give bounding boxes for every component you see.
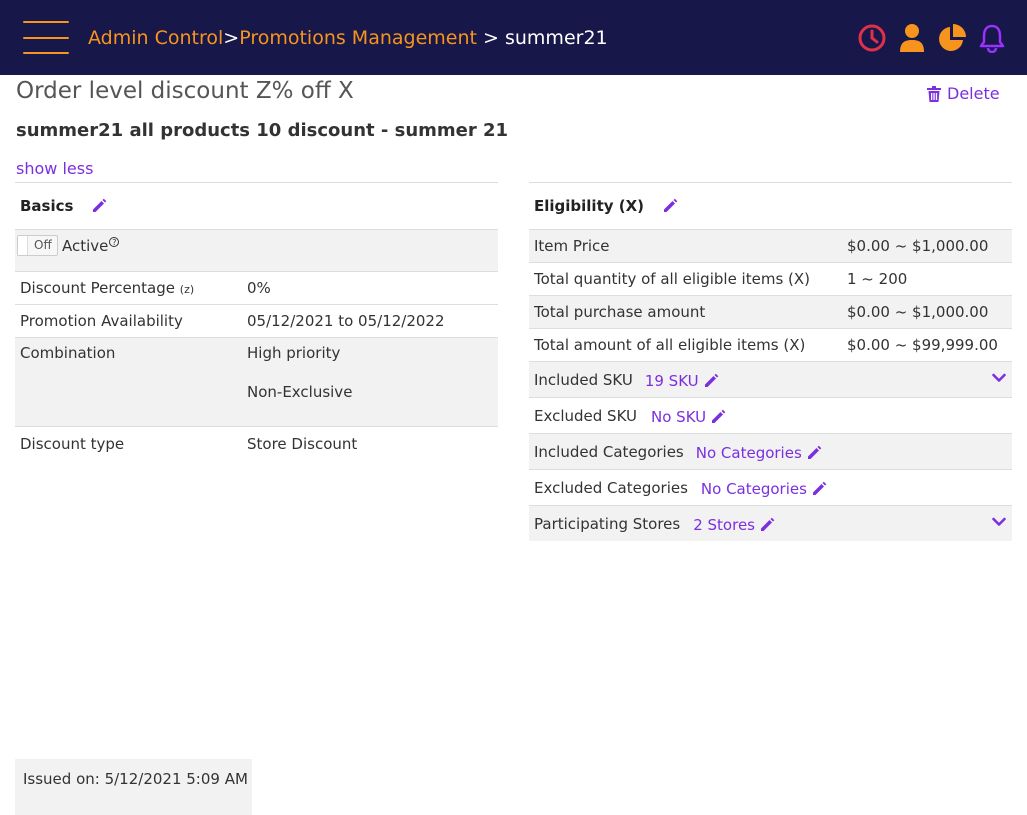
excluded-sku-label: Excluded SKU — [534, 406, 637, 425]
total-quantity-label: Total quantity of all eligible items (X) — [534, 270, 811, 288]
issued-on-text: Issued on: 5/12/2021 5:09 AM — [15, 759, 252, 815]
excluded-sku-link[interactable]: No SKU — [651, 408, 726, 426]
included-categories-row: Included Categories No Categories — [529, 433, 1012, 469]
discount-percentage-label: Discount Percentage (z) — [20, 279, 195, 297]
page-title: Order level discount Z% off X — [16, 78, 354, 104]
discount-type-value: Store Discount — [247, 434, 358, 453]
pie-chart-icon[interactable] — [937, 22, 967, 54]
item-price-row: Item Price $0.00 ~ $1,000.00 — [529, 229, 1012, 262]
included-sku-label: Included SKU — [534, 370, 633, 389]
toggle-state-label: Off — [34, 238, 52, 252]
breadcrumb-separator: > — [476, 27, 505, 49]
discount-percentage-value: 0% — [247, 279, 271, 297]
pencil-icon — [710, 409, 726, 425]
active-label: Active? — [62, 236, 120, 255]
pencil-icon — [811, 481, 827, 497]
eligibility-panel: Eligibility (X) Item Price $0.00 ~ $1,00… — [529, 182, 1012, 541]
promotion-availability-row: Promotion Availability 05/12/2021 to 05/… — [15, 304, 498, 337]
item-price-value: $0.00 ~ $1,000.00 — [847, 237, 989, 255]
pencil-icon — [759, 517, 775, 533]
included-sku-chevron-down-icon[interactable] — [992, 373, 1006, 383]
breadcrumb-current: summer21 — [504, 27, 608, 49]
total-purchase-value: $0.00 ~ $1,000.00 — [847, 303, 989, 321]
help-icon[interactable]: ? — [109, 236, 120, 247]
discount-type-label: Discount type — [20, 434, 125, 453]
total-amount-value: $0.00 ~ $99,999.00 — [847, 336, 998, 354]
included-sku-link[interactable]: 19 SKU — [645, 372, 719, 390]
discount-type-row: Discount type Store Discount — [15, 426, 498, 460]
pencil-icon — [806, 445, 822, 461]
total-purchase-row: Total purchase amount $0.00 ~ $1,000.00 — [529, 295, 1012, 328]
basics-title: Basics — [20, 197, 74, 215]
promotion-availability-value: 05/12/2021 to 05/12/2022 — [247, 312, 445, 330]
show-less-link[interactable]: show less — [16, 159, 93, 178]
combination-exclusivity: Non-Exclusive — [247, 383, 353, 401]
menu-icon[interactable] — [23, 21, 69, 55]
promotion-name: summer21 all products 10 discount - summ… — [16, 120, 509, 141]
total-amount-label: Total amount of all eligible items (X) — [534, 336, 806, 354]
header-icons — [857, 22, 1007, 54]
included-categories-label: Included Categories — [534, 442, 684, 461]
included-sku-row: Included SKU 19 SKU — [529, 361, 1012, 397]
total-quantity-row: Total quantity of all eligible items (X)… — [529, 262, 1012, 295]
edit-basics-pencil-icon[interactable] — [91, 198, 107, 214]
eligibility-header: Eligibility (X) — [529, 183, 1012, 229]
total-amount-row: Total amount of all eligible items (X) $… — [529, 328, 1012, 361]
participating-stores-label: Participating Stores — [534, 514, 681, 533]
participating-stores-row: Participating Stores 2 Stores — [529, 505, 1012, 541]
excluded-categories-link[interactable]: No Categories — [701, 480, 827, 498]
combination-values: High priority Non-Exclusive — [247, 344, 352, 401]
breadcrumb-promotions-management[interactable]: Promotions Management — [239, 27, 477, 49]
active-toggle[interactable]: Off — [17, 235, 58, 256]
breadcrumb-separator: > — [223, 27, 240, 49]
active-row: Off Active? — [15, 229, 498, 271]
trash-icon — [927, 85, 941, 102]
delete-button[interactable]: Delete — [927, 84, 1000, 103]
item-price-label: Item Price — [534, 237, 610, 255]
participating-stores-chevron-down-icon[interactable] — [992, 517, 1006, 527]
excluded-sku-row: Excluded SKU No SKU — [529, 397, 1012, 433]
excluded-categories-label: Excluded Categories — [534, 478, 688, 497]
basics-panel: Basics Off Active? Discount Percentage (… — [15, 182, 498, 460]
edit-eligibility-pencil-icon[interactable] — [662, 198, 678, 214]
basics-header: Basics — [15, 183, 498, 229]
delete-label: Delete — [947, 84, 1000, 103]
included-categories-link[interactable]: No Categories — [696, 444, 822, 462]
total-quantity-value: 1 ~ 200 — [847, 270, 908, 288]
combination-label: Combination — [20, 344, 116, 362]
total-purchase-label: Total purchase amount — [534, 303, 706, 321]
discount-percentage-row: Discount Percentage (z) 0% — [15, 271, 498, 304]
combination-row: Combination High priority Non-Exclusive — [15, 337, 498, 426]
excluded-categories-row: Excluded Categories No Categories — [529, 469, 1012, 505]
breadcrumb-admin-control[interactable]: Admin Control — [88, 27, 223, 49]
top-bar: Admin Control>Promotions Management > su… — [0, 0, 1027, 75]
combination-priority: High priority — [247, 344, 341, 362]
promotion-availability-label: Promotion Availability — [20, 312, 183, 330]
user-icon[interactable] — [897, 22, 927, 54]
participating-stores-link[interactable]: 2 Stores — [693, 516, 775, 534]
eligibility-title: Eligibility (X) — [534, 197, 645, 215]
breadcrumb: Admin Control>Promotions Management > su… — [88, 25, 608, 51]
clock-icon[interactable] — [857, 22, 887, 54]
bell-icon[interactable] — [977, 22, 1007, 54]
pencil-icon — [703, 373, 719, 389]
